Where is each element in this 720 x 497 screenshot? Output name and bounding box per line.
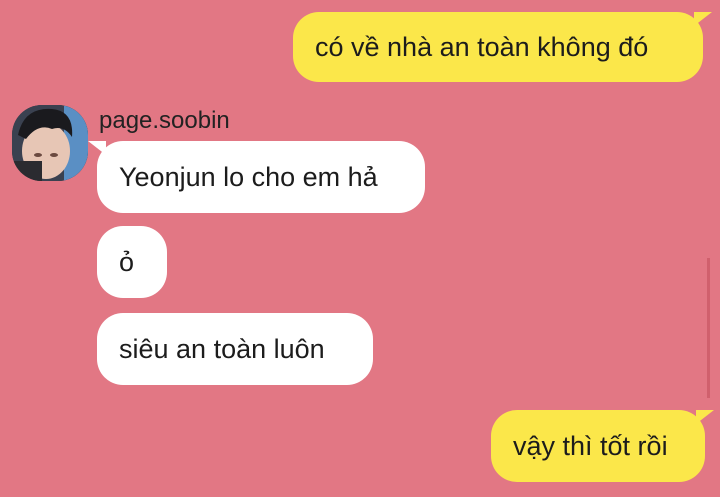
message-bubble-incoming[interactable]: Yeonjun lo cho em hả [88, 141, 425, 213]
avatar-photo-icon [12, 105, 88, 181]
message-text: vậy thì tốt rồi [513, 430, 668, 461]
message-bubble-outgoing[interactable]: vậy thì tốt rồi [491, 410, 714, 482]
sender-name: page.soobin [99, 107, 230, 134]
contact-avatar[interactable] [12, 105, 88, 181]
message-text: có về nhà an toàn không đó [315, 31, 649, 62]
message-text: siêu an toàn luôn [119, 333, 325, 364]
message-bubble-outgoing[interactable]: có về nhà an toàn không đó [293, 12, 712, 82]
scrollbar[interactable] [707, 258, 710, 398]
message-bubble-incoming[interactable]: siêu an toàn luôn [97, 313, 373, 385]
chat-background: có về nhà an toàn không đó page.soobin Y… [0, 0, 720, 497]
message-bubble-incoming[interactable]: ỏ [97, 226, 167, 298]
message-text: ỏ [119, 246, 135, 277]
message-text: Yeonjun lo cho em hả [119, 161, 378, 192]
